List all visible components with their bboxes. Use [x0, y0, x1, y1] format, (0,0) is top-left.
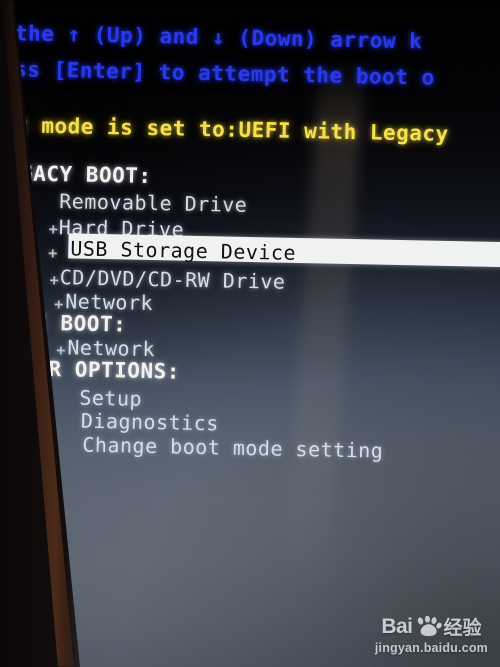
section-heading-legacy-boot: LEGACY BOOT: — [0, 160, 152, 189]
other-option-setup[interactable]: Setup — [79, 386, 142, 411]
other-option-change-boot-mode-setting[interactable]: Change boot mode setting — [82, 433, 383, 463]
instruction-line-2: ress [Enter] to attempt the boot o — [0, 56, 435, 90]
boot-mode-notice: oot mode is set to:UEFI with Legacy — [0, 112, 449, 146]
other-option-diagnostics[interactable]: Diagnostics — [81, 409, 219, 436]
instruction-line-1: e the ↑ (Up) and ↓ (Down) arrow k — [0, 20, 423, 54]
bullet-marker-icon: + — [48, 243, 58, 263]
bullet-marker-icon: + — [49, 270, 59, 290]
boot-item-usb-storage-device-selected[interactable]: USB Storage Device — [70, 236, 296, 265]
bullet-marker-icon: + — [48, 219, 58, 239]
boot-item-removable-drive[interactable]: Removable Drive — [59, 189, 248, 217]
photo-of-bios-boot-menu: e the ↑ (Up) and ↓ (Down) arrow k ress [… — [0, 0, 500, 667]
section-heading-uefi-boot: UEFI BOOT: — [0, 309, 127, 337]
section-heading-other-options: OTHER OPTIONS: — [0, 355, 181, 384]
bios-text-layer: e the ↑ (Up) and ↓ (Down) arrow k ress [… — [0, 0, 500, 667]
